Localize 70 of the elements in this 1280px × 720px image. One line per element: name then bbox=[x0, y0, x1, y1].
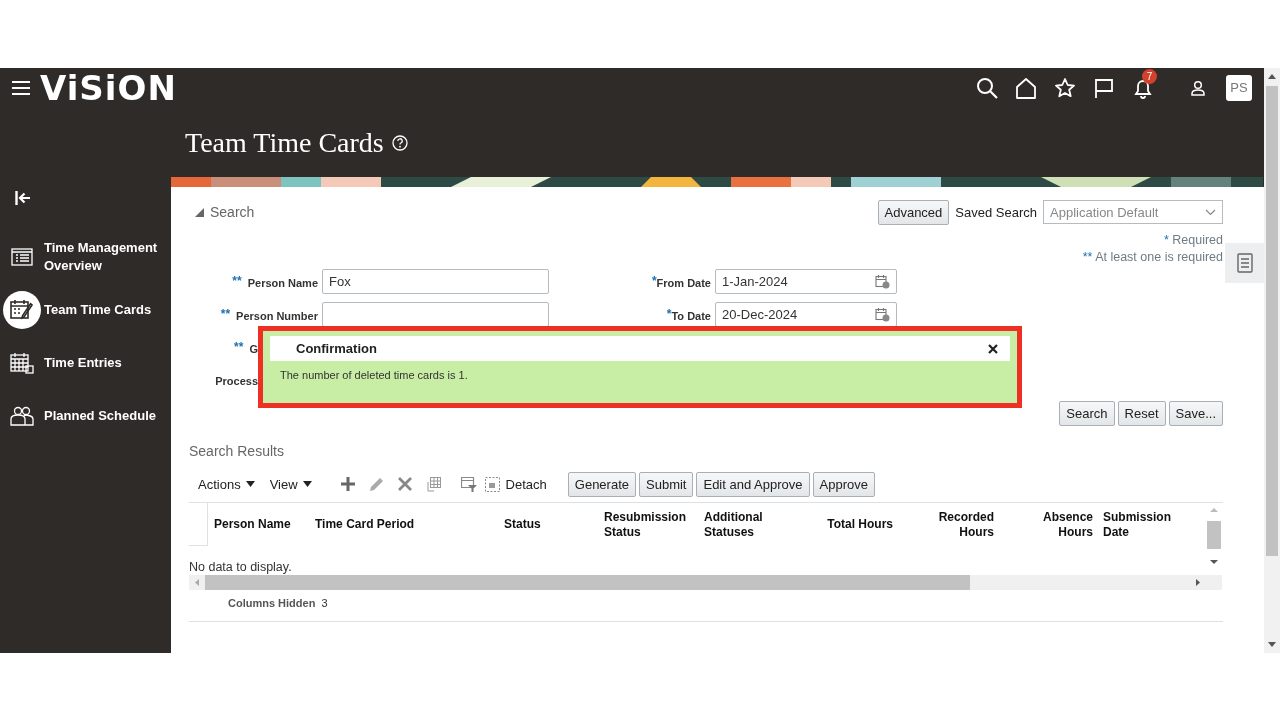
column-header: Absence Hours bbox=[1041, 509, 1093, 540]
columns-hidden-label: Columns Hidden bbox=[228, 597, 316, 609]
calendar-icon[interactable] bbox=[875, 307, 890, 322]
scrollbar[interactable] bbox=[1264, 68, 1280, 653]
home-icon[interactable] bbox=[1015, 77, 1037, 99]
required-note: ** At least one is required bbox=[1082, 249, 1223, 266]
detach-button[interactable]: Detach bbox=[484, 476, 547, 492]
sidebar-item[interactable]: Time Management Overview bbox=[0, 230, 171, 283]
chevron-icon bbox=[1205, 208, 1216, 216]
toolbar-button[interactable]: Approve bbox=[812, 471, 875, 497]
field-label: Process bbox=[215, 374, 258, 387]
toolbar-button[interactable]: Generate bbox=[567, 471, 636, 497]
toolbar-menu[interactable]: Actions bbox=[198, 476, 255, 492]
help-icon[interactable] bbox=[391, 134, 408, 151]
search-icon[interactable] bbox=[976, 77, 998, 99]
caret-icon bbox=[302, 481, 312, 487]
saved-search-label: Saved Search bbox=[955, 204, 1037, 220]
filter-icon[interactable] bbox=[460, 476, 477, 492]
document-icon bbox=[1236, 253, 1253, 273]
form-button[interactable]: Reset bbox=[1117, 401, 1166, 426]
calendar-icon bbox=[10, 351, 34, 374]
sidebar-item[interactable]: Time Entries bbox=[0, 336, 171, 389]
column-header: Additional Statuses bbox=[704, 509, 764, 540]
column-header: Resubmission Status bbox=[604, 509, 688, 540]
columns-hidden-count: 3 bbox=[321, 597, 328, 609]
triangle-icon bbox=[195, 207, 204, 217]
logo[interactable]: ViSiON bbox=[40, 68, 177, 108]
close-icon[interactable] bbox=[988, 343, 998, 354]
notification-badge: 7 bbox=[1142, 69, 1157, 84]
toolbar-button[interactable]: Edit and Approve bbox=[696, 471, 810, 497]
date-field[interactable]: 1-Jan-2024 bbox=[715, 269, 897, 294]
cross-icon[interactable] bbox=[397, 477, 412, 491]
plus-icon[interactable] bbox=[340, 477, 355, 491]
saved-search-select[interactable]: Application Default bbox=[1043, 200, 1223, 224]
column-header: Status bbox=[504, 517, 541, 532]
advanced-button[interactable]: Advanced bbox=[877, 199, 950, 225]
star-icon[interactable] bbox=[1054, 77, 1076, 99]
column-header: Recorded Hours bbox=[937, 509, 994, 540]
toolbar-menu[interactable]: View bbox=[269, 476, 312, 492]
people-icon bbox=[10, 405, 34, 426]
collapse-icon[interactable] bbox=[15, 191, 31, 205]
user-icon[interactable] bbox=[1190, 80, 1206, 96]
frame-icon bbox=[484, 476, 500, 492]
scrollbar[interactable] bbox=[189, 575, 1222, 590]
calendar-icon[interactable] bbox=[875, 274, 890, 289]
calendar-edit-icon bbox=[10, 298, 34, 321]
avatar[interactable]: PS bbox=[1226, 75, 1252, 101]
column-header: Person Name bbox=[214, 517, 291, 532]
dialog-message: The number of deleted time cards is 1. bbox=[279, 369, 469, 381]
column-header: Time Card Period bbox=[315, 517, 415, 532]
empty-message: No data to display. bbox=[189, 560, 292, 574]
page-title: Team Time Cards bbox=[185, 126, 384, 159]
drawer-tab[interactable] bbox=[1225, 243, 1264, 283]
table-icon[interactable] bbox=[425, 476, 441, 492]
caret-icon bbox=[245, 481, 255, 487]
menu-icon[interactable] bbox=[12, 81, 30, 95]
toolbar-button[interactable]: Submit bbox=[639, 471, 694, 497]
column-header: Total Hours bbox=[827, 517, 893, 532]
flag-icon[interactable] bbox=[1093, 77, 1115, 99]
form-button[interactable]: Save... bbox=[1168, 401, 1223, 426]
dialog-title: Confirmation bbox=[296, 341, 377, 356]
required-note: * Required bbox=[1163, 232, 1223, 249]
sidebar-item[interactable]: Planned Schedule bbox=[0, 389, 171, 442]
form-button[interactable]: Search bbox=[1059, 401, 1115, 426]
section-title: Search Results bbox=[189, 442, 285, 461]
search-section-toggle[interactable]: Search bbox=[195, 204, 255, 220]
column-header: Submission Date bbox=[1103, 509, 1172, 540]
list-icon bbox=[11, 247, 33, 266]
input-field[interactable]: Fox bbox=[322, 269, 549, 294]
sidebar-item[interactable]: Team Time Cards bbox=[0, 283, 171, 336]
